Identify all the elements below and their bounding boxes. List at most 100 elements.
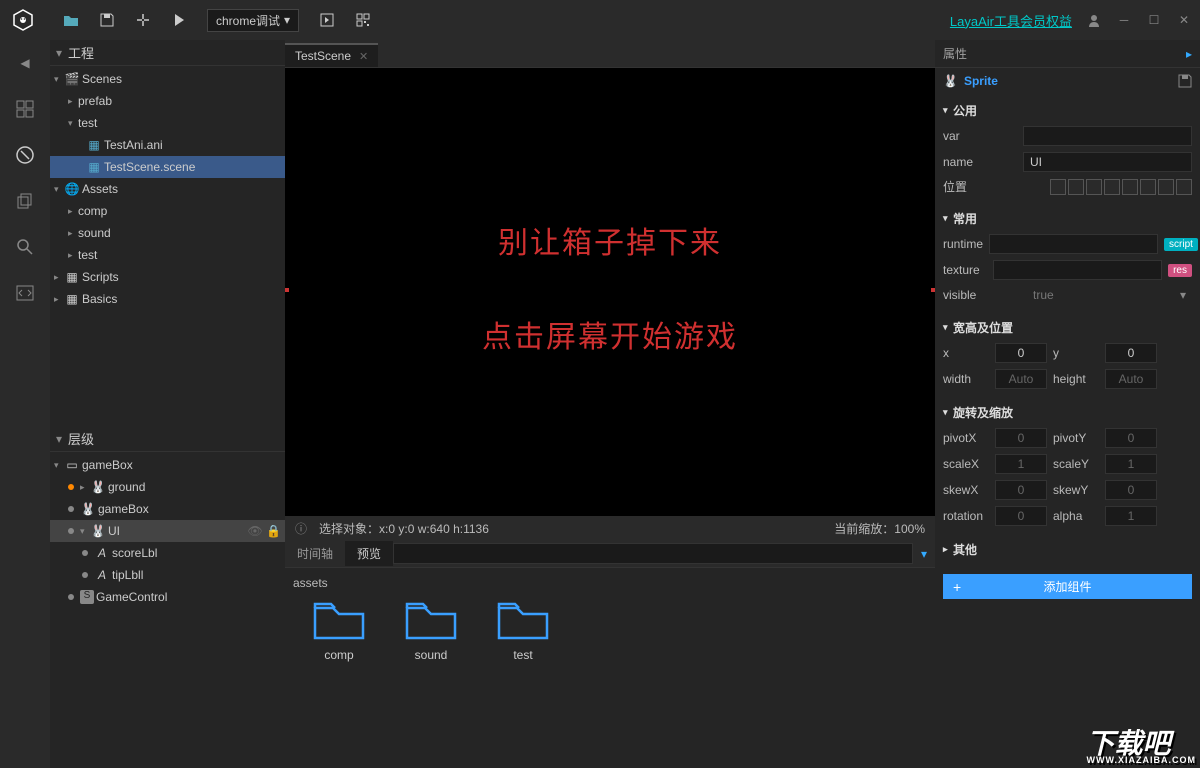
anchor-btn[interactable] (1176, 179, 1192, 195)
section-transform-header[interactable]: ▾旋转及缩放 (943, 400, 1192, 425)
open-folder-icon[interactable] (63, 12, 79, 28)
info-icon[interactable]: ⓘ (295, 520, 307, 537)
input-height[interactable] (1105, 369, 1157, 389)
add-component-button[interactable]: + 添加组件 (943, 574, 1192, 599)
anchor-btn[interactable] (1140, 179, 1156, 195)
input-scalex[interactable] (995, 454, 1047, 474)
center-area: TestScene✕ 别让箱子掉下来 点击屏幕开始游戏 ⓘ 选择对象：x:0 y… (285, 40, 935, 768)
left-panel: ▾ 工程 ▾🎬Scenes ▸prefab ▾test ▦TestAni.ani… (50, 40, 285, 768)
input-scaley[interactable] (1105, 454, 1157, 474)
folder-sound[interactable]: sound (405, 600, 457, 662)
input-pivoty[interactable] (1105, 428, 1157, 448)
anchor-btn[interactable] (1068, 179, 1084, 195)
qr-icon[interactable] (355, 12, 371, 28)
section-common-header[interactable]: ▾公用 (943, 98, 1192, 123)
input-runtime[interactable] (989, 234, 1158, 254)
export-icon[interactable] (319, 12, 335, 28)
play-icon[interactable] (171, 12, 187, 28)
scene-canvas[interactable]: 别让箱子掉下来 点击屏幕开始游戏 (285, 68, 935, 516)
hier-ui[interactable]: ▾🐰UI👁 🔒 (50, 520, 285, 542)
anchor-buttons (1050, 179, 1192, 195)
copy-icon[interactable] (14, 190, 36, 212)
grid-icon[interactable] (14, 98, 36, 120)
input-texture[interactable] (993, 260, 1162, 280)
anchor-btn[interactable] (1158, 179, 1174, 195)
section-common: ▾公用 var name 位置 (935, 94, 1200, 202)
close-icon[interactable]: ✕ (1176, 12, 1192, 28)
search-icon[interactable] (14, 236, 36, 258)
arrow-left-icon[interactable]: ◀ (14, 52, 36, 74)
debug-dropdown[interactable]: chrome调试 ▾ (207, 9, 299, 32)
member-link[interactable]: LayaAir工具会员权益 (950, 11, 1072, 30)
inspector-title: 属性 (943, 45, 967, 62)
assets-dropdown-icon[interactable]: ▾ (913, 547, 935, 561)
section-size-header[interactable]: ▾宽高及位置 (943, 315, 1192, 340)
compile-icon[interactable] (135, 12, 151, 28)
section-other-header[interactable]: ▸其他 (943, 537, 1192, 562)
tree-test[interactable]: ▾test (50, 112, 285, 134)
input-x[interactable] (995, 343, 1047, 363)
input-rotation[interactable] (995, 506, 1047, 526)
assets-search-input[interactable] (393, 543, 913, 564)
tree-testscene[interactable]: ▦TestScene.scene (50, 156, 285, 178)
tree-sound[interactable]: ▸sound (50, 222, 285, 244)
hier-gamebox2[interactable]: 🐰gameBox (50, 498, 285, 520)
input-pivotx[interactable] (995, 428, 1047, 448)
tree-basics[interactable]: ▸▦Basics (50, 288, 285, 310)
hierarchy-tree: ▾▭gameBox ▸🐰ground 🐰gameBox ▾🐰UI👁 🔒 Asco… (50, 452, 285, 768)
inspector-expand-icon[interactable]: ▸ (1186, 47, 1192, 61)
label-skewy: skewY (1053, 483, 1099, 497)
input-skewy[interactable] (1105, 480, 1157, 500)
input-width[interactable] (995, 369, 1047, 389)
visibility-lock-icons[interactable]: 👁 🔒 (247, 524, 281, 538)
label-pivoty: pivotY (1053, 431, 1099, 445)
save-component-icon[interactable] (1178, 74, 1192, 88)
assets-breadcrumb[interactable]: assets (293, 576, 927, 590)
tree-comp[interactable]: ▸comp (50, 200, 285, 222)
section-usual-header[interactable]: ▾常用 (943, 206, 1192, 231)
label-name: name (943, 155, 1017, 169)
maximize-icon[interactable]: ☐ (1146, 12, 1162, 28)
tab-close-icon[interactable]: ✕ (359, 50, 368, 63)
input-name[interactable] (1023, 152, 1192, 172)
input-y[interactable] (1105, 343, 1157, 363)
input-alpha[interactable] (1105, 506, 1157, 526)
folder-comp[interactable]: comp (313, 600, 365, 662)
tree-testani[interactable]: ▦TestAni.ani (50, 134, 285, 156)
project-panel-header[interactable]: ▾ 工程 (50, 40, 285, 66)
label-x: x (943, 346, 989, 360)
activity-sidebar: ◀ (0, 40, 50, 768)
input-var[interactable] (1023, 126, 1192, 146)
palette-icon[interactable] (14, 144, 36, 166)
hier-ground[interactable]: ▸🐰ground (50, 476, 285, 498)
tree-scripts[interactable]: ▸▦Scripts (50, 266, 285, 288)
tree-prefab[interactable]: ▸prefab (50, 90, 285, 112)
label-rotation: rotation (943, 509, 989, 523)
folder-test[interactable]: test (497, 600, 549, 662)
anchor-btn[interactable] (1050, 179, 1066, 195)
hierarchy-panel-header[interactable]: ▾ 层级 (50, 426, 285, 452)
hier-gamebox[interactable]: ▾▭gameBox (50, 454, 285, 476)
tab-preview[interactable]: 预览 (345, 541, 393, 566)
hier-tiplbl[interactable]: AtipLbll (50, 564, 285, 586)
select-visible[interactable]: true▾ (1027, 286, 1192, 304)
input-skewx[interactable] (995, 480, 1047, 500)
code-icon[interactable] (14, 282, 36, 304)
anchor-btn[interactable] (1122, 179, 1138, 195)
tag-script[interactable]: script (1164, 238, 1198, 251)
label-visible: visible (943, 288, 1021, 302)
save-icon[interactable] (99, 12, 115, 28)
anchor-btn[interactable] (1104, 179, 1120, 195)
tab-timeline[interactable]: 时间轴 (285, 541, 345, 566)
hier-gamecontrol[interactable]: SGameControl (50, 586, 285, 608)
anchor-btn[interactable] (1086, 179, 1102, 195)
tree-test2[interactable]: ▸test (50, 244, 285, 266)
tag-res[interactable]: res (1168, 264, 1192, 277)
minimize-icon[interactable]: ─ (1116, 12, 1132, 28)
tree-assets[interactable]: ▾🌐Assets (50, 178, 285, 200)
hier-scorelbl[interactable]: AscoreLbl (50, 542, 285, 564)
tree-scenes[interactable]: ▾🎬Scenes (50, 68, 285, 90)
canvas-title-text: 别让箱子掉下来 (498, 218, 722, 262)
user-icon[interactable] (1086, 12, 1102, 28)
tab-testscene[interactable]: TestScene✕ (285, 43, 378, 67)
